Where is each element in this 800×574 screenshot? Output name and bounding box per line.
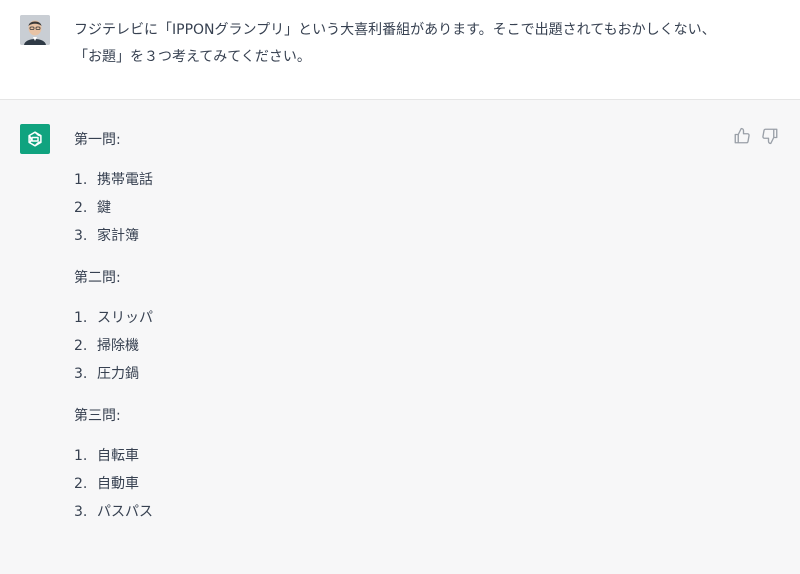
list-text: 掃除機 [97, 338, 139, 354]
list-text: 携帯電話 [97, 172, 153, 188]
list-text: 家計簿 [97, 228, 139, 244]
list-number: 1. [74, 448, 88, 464]
list-text: 自転車 [97, 448, 139, 464]
numbered-list: 1. 自転車 2. 自動車 3. パスパス [74, 442, 714, 526]
section-title: 第二問: [74, 270, 121, 286]
list-item: 1. 自転車 [74, 442, 714, 470]
thumbs-up-icon[interactable] [733, 127, 751, 145]
list-item: 2. 掃除機 [74, 332, 714, 360]
list-number: 3. [74, 366, 88, 382]
list-number: 2. [74, 476, 88, 492]
list-item: 1. スリッパ [74, 304, 714, 332]
user-photo-avatar [20, 15, 50, 45]
answer-section-3: 第三問: 1. 自転車 2. 自動車 3. パスパス [74, 402, 714, 526]
list-text: 鍵 [97, 200, 111, 216]
list-item: 1. 携帯電話 [74, 166, 714, 194]
list-text: 圧力鍋 [97, 366, 139, 382]
user-message-row: フジテレビに「IPPONグランプリ」という大喜利番組があります。そこで出題されて… [0, 0, 800, 100]
assistant-avatar [20, 124, 50, 154]
list-number: 2. [74, 200, 88, 216]
list-text: 自動車 [97, 476, 139, 492]
numbered-list: 1. スリッパ 2. 掃除機 3. 圧力鍋 [74, 304, 714, 388]
thumbs-down-icon[interactable] [761, 127, 779, 145]
list-item: 3. パスパス [74, 498, 714, 526]
assistant-answer: 第一問: 1. 携帯電話 2. 鍵 3. 家計簿 第二問: 1. スリッパ 2. 掃除機 … [74, 126, 714, 526]
list-number: 1. [74, 172, 88, 188]
list-item: 3. 家計簿 [74, 222, 714, 250]
list-text: スリッパ [97, 310, 153, 326]
list-text: パスパス [97, 504, 153, 520]
list-item: 2. 自動車 [74, 470, 714, 498]
section-title: 第三問: [74, 408, 121, 424]
list-number: 2. [74, 338, 88, 354]
answer-section-1: 第一問: 1. 携帯電話 2. 鍵 3. 家計簿 [74, 126, 714, 250]
list-item: 3. 圧力鍋 [74, 360, 714, 388]
numbered-list: 1. 携帯電話 2. 鍵 3. 家計簿 [74, 166, 714, 250]
assistant-message-row: 第一問: 1. 携帯電話 2. 鍵 3. 家計簿 第二問: 1. スリッパ 2. 掃除機 … [0, 100, 800, 574]
list-number: 3. [74, 504, 88, 520]
user-avatar [20, 15, 50, 45]
list-number: 1. [74, 310, 88, 326]
answer-section-2: 第二問: 1. スリッパ 2. 掃除機 3. 圧力鍋 [74, 264, 714, 388]
user-message-text: フジテレビに「IPPONグランプリ」という大喜利番組があります。そこで出題されて… [74, 22, 716, 65]
chatgpt-logo-icon [28, 131, 42, 147]
list-number: 3. [74, 228, 88, 244]
list-item: 2. 鍵 [74, 194, 714, 222]
section-title: 第一問: [74, 132, 121, 148]
